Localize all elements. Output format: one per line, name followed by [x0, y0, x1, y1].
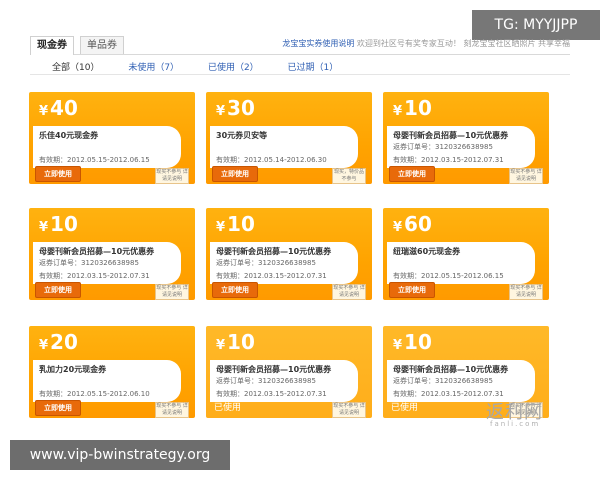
coupon-info: 母婴刊新会员招募—10元优惠券 返券订单号：3120326638985 有效期：20…: [210, 360, 358, 402]
coupon-name: 母婴刊新会员招募—10元优惠券: [216, 365, 332, 374]
notice-bar: 龙宝宝实券使用说明 欢迎到社区号有奖专家互动！ 刻龙宝宝社区晒照片 共享幸福: [282, 38, 570, 49]
coupon-card: ¥20 乳加力20元现金券 有效期：2012.05.15-2012.06.10 立即使…: [29, 326, 195, 418]
coupon-card: ¥30 30元券贝安等 有效期：2012.05.14-2012.06.30 立即使用现…: [206, 92, 372, 184]
use-now-button[interactable]: 立即使用: [212, 282, 258, 298]
currency-symbol: ¥: [216, 220, 226, 235]
coupon-card: ¥10 母婴刊新会员招募—10元优惠券 返券订单号：3120326638985 有效期…: [206, 326, 372, 418]
used-label: 已使用: [391, 403, 419, 413]
coupon-order-number: 返券订单号：3120326638985: [216, 377, 316, 385]
coupon-amount: ¥10: [393, 330, 432, 354]
coupon-name: 纽瑞滋60元现金券: [393, 247, 461, 256]
use-now-button[interactable]: 立即使用: [389, 282, 435, 298]
currency-symbol: ¥: [393, 220, 403, 235]
amount-value: 30: [227, 96, 255, 120]
tab-item-coupon[interactable]: 单品券: [80, 36, 124, 54]
use-now-button[interactable]: 立即使用: [35, 400, 81, 416]
coupon-order-number: 返券订单号：3120326638985: [39, 259, 139, 267]
coupon-note: 现买不参与 详请见说明: [332, 284, 366, 300]
coupon-amount: ¥10: [216, 212, 255, 236]
coupon-note: 现买不参与 详请见说明: [509, 284, 543, 300]
coupon-name: 30元券贝安等: [216, 131, 268, 140]
coupon-note: 现买不参与 详请见说明: [155, 402, 189, 418]
amount-value: 10: [50, 212, 78, 236]
amount-value: 10: [227, 330, 255, 354]
coupon-card: ¥10 母婴刊新会员招募—10元优惠券 返券订单号：3120326638985 有效期…: [383, 92, 549, 184]
divider: [30, 74, 570, 75]
tab-bar: 现金券 单品券 龙宝宝实券使用说明 欢迎到社区号有奖专家互动！ 刻龙宝宝社区晒照…: [30, 34, 570, 55]
watermark-domain: fanli.com: [490, 420, 541, 428]
currency-symbol: ¥: [39, 338, 49, 353]
coupon-order-number: 返券订单号：3120326638985: [393, 377, 493, 385]
use-now-button[interactable]: 立即使用: [212, 166, 258, 182]
amount-value: 10: [404, 96, 432, 120]
coupon-name: 母婴刊新会员招募—10元优惠券: [39, 247, 155, 256]
coupon-card: ¥60 纽瑞滋60元现金券 有效期：2012.05.15-2012.06.15 立即使…: [383, 208, 549, 300]
use-now-button[interactable]: 立即使用: [35, 282, 81, 298]
amount-value: 10: [404, 330, 432, 354]
coupon-note: 现买不参与 详请见说明: [155, 168, 189, 184]
amount-value: 20: [50, 330, 78, 354]
coupon-info: 母婴刊新会员招募—10元优惠券 返券订单号：3120326638985 有效期：20…: [33, 242, 181, 284]
coupon-validity: 有效期：2012.05.15-2012.06.10: [39, 390, 150, 398]
filter-expired[interactable]: 已过期（1）: [288, 60, 339, 73]
footer-url: www.vip-bwinstrategy.org: [10, 440, 230, 470]
coupon-note: 现买不参与 详请见说明: [155, 284, 189, 300]
coupon-name: 乐佳40元现金券: [39, 131, 99, 140]
use-now-button[interactable]: 立即使用: [389, 166, 435, 182]
coupon-amount: ¥10: [393, 96, 432, 120]
coupon-note: 现买，特价品不参与: [332, 168, 366, 184]
coupon-info: 30元券贝安等有效期：2012.05.14-2012.06.30: [210, 126, 358, 168]
coupon-info: 乳加力20元现金券有效期：2012.05.15-2012.06.10: [33, 360, 181, 402]
coupon-info: 纽瑞滋60元现金券有效期：2012.05.15-2012.06.15: [387, 242, 535, 284]
coupon-amount: ¥20: [39, 330, 78, 354]
amount-value: 60: [404, 212, 432, 236]
coupon-validity: 有效期：2012.05.15-2012.06.15: [393, 272, 504, 280]
coupon-validity: 有效期：2012.03.15-2012.07.31: [216, 272, 327, 280]
currency-symbol: ¥: [393, 338, 403, 353]
currency-symbol: ¥: [39, 104, 49, 119]
coupon-info: 母婴刊新会员招募—10元优惠券 返券订单号：3120326638985 有效期：20…: [210, 242, 358, 284]
coupon-card: ¥10 母婴刊新会员招募—10元优惠券 返券订单号：3120326638985 有效期…: [29, 208, 195, 300]
amount-value: 10: [227, 212, 255, 236]
coupon-validity: 有效期：2012.03.15-2012.07.31: [393, 156, 504, 164]
filter-used[interactable]: 已使用（2）: [208, 60, 259, 73]
filter-all[interactable]: 全部（10）: [52, 60, 99, 73]
coupon-amount: ¥10: [39, 212, 78, 236]
coupon-order-number: 返券订单号：3120326638985: [216, 259, 316, 267]
coupon-amount: ¥60: [393, 212, 432, 236]
coupon-validity: 有效期：2012.05.15-2012.06.15: [39, 156, 150, 164]
coupon-name: 乳加力20元现金券: [39, 365, 107, 374]
coupon-validity: 有效期：2012.03.15-2012.07.31: [216, 390, 327, 398]
coupon-name: 母婴刊新会员招募—10元优惠券: [393, 131, 509, 140]
coupon-name: 母婴刊新会员招募—10元优惠券: [393, 365, 509, 374]
filter-unused[interactable]: 未使用（7）: [128, 60, 179, 73]
currency-symbol: ¥: [216, 338, 226, 353]
currency-symbol: ¥: [39, 220, 49, 235]
currency-symbol: ¥: [393, 104, 403, 119]
coupon-card: ¥40 乐佳40元现金券 有效期：2012.05.15-2012.06.15 立即使用…: [29, 92, 195, 184]
coupon-info: 母婴刊新会员招募—10元优惠券 返券订单号：3120326638985 有效期：20…: [387, 360, 535, 402]
coupon-note: 现买不参与 详请见说明: [509, 168, 543, 184]
coupon-order-number: 返券订单号：3120326638985: [393, 143, 493, 151]
notice-text: 欢迎到社区号有奖专家互动！ 刻龙宝宝社区晒照片 共享幸福: [356, 39, 570, 48]
coupon-note: 现买不参与 详请见说明: [332, 402, 366, 418]
filter-bar: 全部（10） 未使用（7） 已使用（2） 已过期（1）: [52, 60, 364, 73]
coupon-info: 乐佳40元现金券有效期：2012.05.15-2012.06.15: [33, 126, 181, 168]
coupon-name: 母婴刊新会员招募—10元优惠券: [216, 247, 332, 256]
coupon-amount: ¥30: [216, 96, 255, 120]
coupon-validity: 有效期：2012.03.15-2012.07.31: [39, 272, 150, 280]
tab-cash-coupon[interactable]: 现金券: [30, 36, 74, 55]
coupon-card: ¥10 母婴刊新会员招募—10元优惠券 返券订单号：3120326638985 有效期…: [206, 208, 372, 300]
amount-value: 40: [50, 96, 78, 120]
coupon-validity: 有效期：2012.05.14-2012.06.30: [216, 156, 327, 164]
currency-symbol: ¥: [216, 104, 226, 119]
use-now-button[interactable]: 立即使用: [35, 166, 81, 182]
used-label: 已使用: [214, 403, 242, 413]
usage-guide-link[interactable]: 龙宝宝实券使用说明: [282, 39, 354, 48]
coupon-info: 母婴刊新会员招募—10元优惠券 返券订单号：3120326638985 有效期：20…: [387, 126, 535, 168]
coupon-amount: ¥10: [216, 330, 255, 354]
coupon-amount: ¥40: [39, 96, 78, 120]
